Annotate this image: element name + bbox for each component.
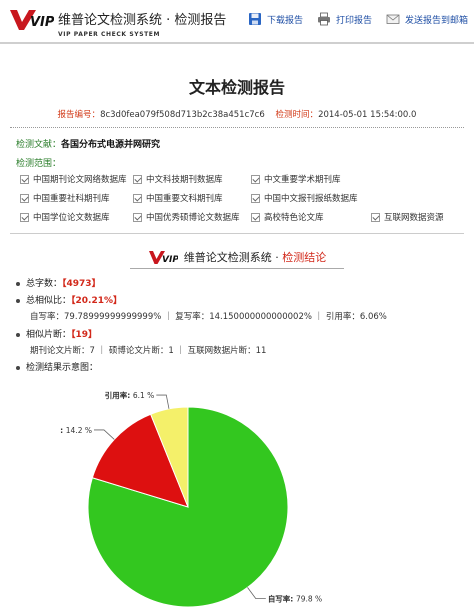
pie-label: 自写率: 79.8 % [268, 594, 322, 604]
database-name: 互联网数据资源 [384, 213, 444, 223]
banner-system-name: 维普论文检测系统 · [183, 251, 283, 264]
bullet-icon [16, 332, 20, 337]
save-icon [248, 13, 261, 25]
database-item: 中国学位论文数据库 [20, 211, 133, 223]
database-name: 中国中文报刊报纸数据库 [264, 194, 358, 204]
print-report-button[interactable]: 打印报告 [317, 12, 372, 26]
brand-subtitle: VIP PAPER CHECK SYSTEM [58, 31, 161, 38]
small-logo-text: VIP [162, 255, 178, 265]
total-words-label: 总字数： [26, 279, 63, 289]
download-report-label: 下载报告 [266, 15, 303, 26]
vip-logo-small: VIP [148, 251, 178, 265]
print-report-label: 打印报告 [335, 15, 372, 26]
database-item: 中文重要学术期刊库 [251, 173, 371, 185]
range-label: 检测范围： [16, 159, 62, 169]
banner-text: 维普论文检测系统 · 检测结论 [184, 249, 327, 265]
database-item: 高校特色论文库 [251, 211, 371, 223]
database-name: 中文科技期刊数据库 [146, 175, 223, 185]
total-similarity: 总相似比：【20.21%】 [16, 293, 122, 306]
database-empty-cell [371, 173, 461, 185]
database-name: 中国期刊论文网络数据库 [33, 175, 127, 185]
report-meta: 报告编号：8c3d0fea079f508d713b2c38a451c7c6 检测… [0, 108, 474, 120]
report-id-value: 8c3d0fea079f508d713b2c38a451c7c6 [100, 110, 265, 120]
database-item: 中国优秀硕博论文数据库 [133, 211, 251, 223]
pie-leader-line [247, 587, 266, 600]
banner-underline [130, 268, 344, 269]
bullet-icon [16, 298, 20, 303]
database-name: 高校特色论文库 [264, 213, 324, 223]
database-name: 中国重要文科期刊库 [146, 194, 223, 204]
printer-icon [317, 12, 330, 26]
database-name: 中国重要社科期刊库 [33, 194, 110, 204]
checkbox-checked-icon [251, 174, 260, 184]
report-id-label: 报告编号： [57, 110, 101, 120]
database-item: 中国中文报刊报纸数据库 [251, 192, 371, 204]
check-time-label: 检测时间： [275, 110, 319, 120]
checkbox-checked-icon [20, 174, 29, 184]
vip-logo: VIP [10, 10, 54, 30]
email-report-button[interactable]: 发送报告到邮箱 [386, 12, 468, 26]
pie-label: 复写率: 14.2 % [60, 425, 92, 435]
total-words: 总字数：【4973】 [16, 276, 101, 289]
pie-label: 引用率: 6.1 % [105, 390, 155, 400]
checkbox-checked-icon [20, 193, 29, 203]
fragment-breakdown: 期刊论文片断：7 ｜ 硕博论文片断：1 ｜ 互联网数据片断：11 [30, 346, 267, 356]
database-empty-cell [371, 192, 461, 204]
document-title: 各国分布式电源并网研究 [61, 140, 161, 150]
pie-leader-line [93, 429, 115, 440]
checkbox-checked-icon [251, 212, 260, 222]
section-divider [10, 233, 464, 234]
total-words-value: 【4973】 [62, 279, 101, 289]
bullet-icon [16, 365, 20, 370]
checkbox-checked-icon [251, 193, 260, 203]
checkbox-checked-icon [371, 212, 380, 222]
checkbox-checked-icon [133, 174, 142, 184]
similar-fragments-label: 相似片断： [26, 330, 72, 340]
document-label: 检测文献： [16, 140, 62, 150]
database-name: 中文重要学术期刊库 [264, 175, 341, 185]
database-name: 中国优秀硕博论文数据库 [146, 213, 240, 223]
database-item: 中国重要文科期刊库 [133, 192, 251, 204]
bullet-icon [16, 281, 20, 286]
toolbar: 下载报告 打印报告 发送报告到邮箱 [248, 12, 468, 26]
total-similarity-value: 【20.21%】 [71, 296, 123, 306]
total-similarity-label: 总相似比： [26, 296, 72, 306]
database-name: 中国学位论文数据库 [33, 213, 110, 223]
download-report-button[interactable]: 下载报告 [248, 12, 303, 26]
checked-document: 检测文献：各国分布式电源并网研究 [16, 137, 160, 150]
database-item: 互联网数据资源 [371, 211, 461, 223]
brand-title: 维普论文检测系统 · 检测报告 [58, 13, 227, 28]
similar-fragments: 相似片断：【19】 [16, 327, 97, 340]
ratio-breakdown: 自写率：79.78999999999999% ｜ 复写率：14.15000000… [30, 312, 387, 322]
report-title: 文本检测报告 [188, 78, 285, 97]
pie-leader-line [156, 394, 170, 409]
checkbox-checked-icon [133, 193, 142, 203]
banner-highlight: 检测结论 [282, 251, 327, 264]
database-item: 中国期刊论文网络数据库 [20, 173, 133, 185]
email-icon [386, 14, 400, 24]
title-separator [10, 127, 464, 128]
database-list: 中国期刊论文网络数据库 中文科技期刊数据库 中文重要学术期刊库 中国重要社科期刊… [20, 173, 460, 223]
checkbox-checked-icon [20, 212, 29, 222]
database-item: 中国重要社科期刊库 [20, 192, 133, 204]
database-item: 中文科技期刊数据库 [133, 173, 251, 185]
email-report-label: 发送报告到邮箱 [404, 15, 468, 26]
result-pie-chart: 自写率: 79.8 % 复写率: 14.2 % 引用率: 6.1 % [60, 390, 322, 608]
conclusion-banner: VIP 维普论文检测系统 · 检测结论 [0, 249, 474, 265]
logo-text: VIP [30, 15, 54, 30]
check-time-value: 2014-05-01 15:54:00.0 [318, 110, 417, 120]
similar-fragments-value: 【19】 [71, 330, 98, 340]
page-header: VIP 维普论文检测系统 · 检测报告 VIP PAPER CHECK SYST… [0, 0, 474, 44]
checkbox-checked-icon [133, 212, 142, 222]
